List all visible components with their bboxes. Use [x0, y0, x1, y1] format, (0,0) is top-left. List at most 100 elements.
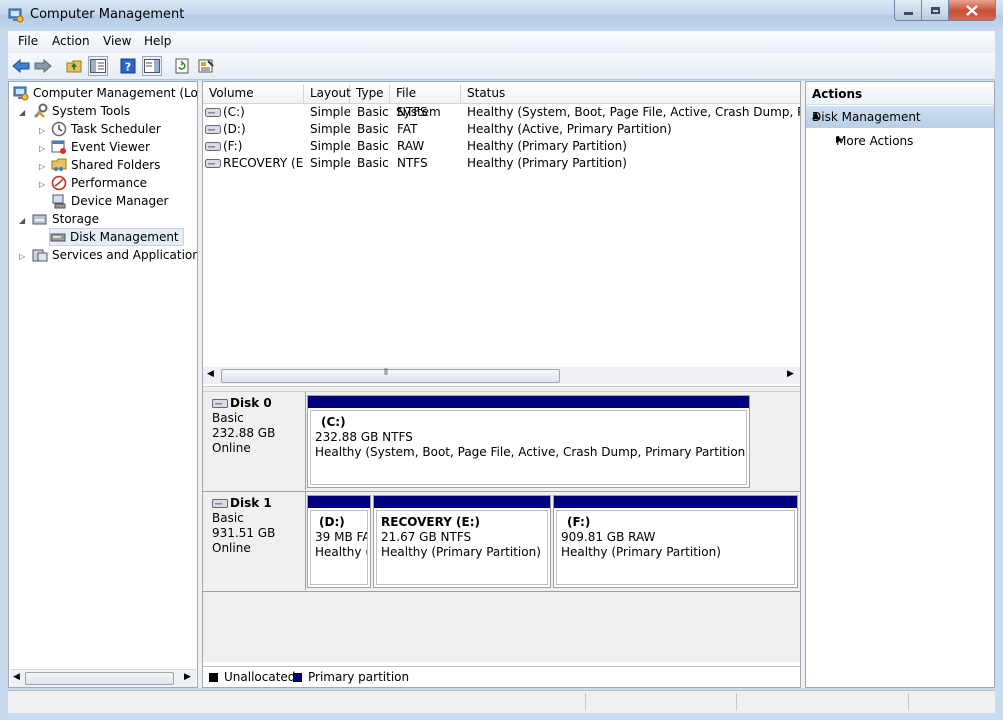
volume-file-system: NTFS: [397, 156, 428, 170]
menu-action[interactable]: Action: [52, 34, 90, 48]
disk-0-info[interactable]: Disk 0 Basic 232.88 GB Online: [203, 392, 306, 490]
show-hide-action-pane-icon: [144, 59, 160, 73]
menu-help[interactable]: Help: [144, 34, 171, 48]
disk-icon: [212, 398, 228, 408]
tree-item-disk-management[interactable]: Disk Management: [49, 228, 184, 246]
partition-legend: Unallocated Primary partition: [203, 666, 800, 687]
disk-name: Disk 1: [230, 496, 272, 510]
help-button[interactable]: ?: [118, 56, 138, 76]
primary-partition-swatch: [293, 673, 302, 682]
volume-status: Healthy (Primary Partition): [467, 156, 627, 170]
table-row[interactable]: RECOVERY (E:) Simple Basic NTFS Healthy …: [203, 155, 800, 172]
scroll-right-icon[interactable]: ▶: [184, 672, 191, 682]
back-button[interactable]: [11, 56, 31, 76]
tree-label: Event Viewer: [71, 140, 150, 154]
minimize-button[interactable]: [894, 0, 922, 21]
window-title: Computer Management: [30, 7, 185, 22]
volume-layout: Simple: [310, 122, 350, 136]
tree-item-services-and-applications[interactable]: Services and Applications: [32, 246, 197, 264]
disk-state: Online: [212, 441, 251, 455]
volume-list-horizontal-scrollbar[interactable]: ◀ ⦀ ▶: [203, 367, 800, 384]
disk-name: Disk 0: [230, 396, 272, 410]
volume-status: Healthy (System, Boot, Page File, Active…: [467, 105, 800, 119]
table-row[interactable]: (F:) Simple Basic RAW Healthy (Primary P…: [203, 138, 800, 155]
tree-label: Performance: [71, 176, 148, 190]
tree-item-shared-folders[interactable]: Shared Folders: [51, 156, 160, 174]
collapse-up-icon: ▲: [812, 110, 820, 121]
refresh-icon: [175, 58, 189, 74]
tree-horizontal-scrollbar[interactable]: ◀ ▶: [10, 669, 196, 687]
disk-icon: [212, 498, 228, 508]
forward-button[interactable]: [33, 56, 53, 76]
partition-c[interactable]: (C:) 232.88 GB NTFS Healthy (System, Boo…: [307, 395, 750, 488]
title-bar[interactable]: Computer Management: [0, 0, 1003, 30]
collapse-arrow-icon[interactable]: ◢: [19, 108, 25, 117]
tree-item-task-scheduler[interactable]: Task Scheduler: [51, 120, 161, 138]
collapse-arrow-icon[interactable]: ◢: [19, 216, 25, 225]
drive-icon: [205, 125, 221, 134]
scroll-right-icon[interactable]: ▶: [787, 369, 794, 379]
column-type[interactable]: Type: [350, 84, 390, 103]
maximize-icon: [930, 6, 940, 14]
expand-arrow-icon[interactable]: ▷: [39, 126, 45, 135]
expand-arrow-icon[interactable]: ▷: [39, 144, 45, 153]
primary-partition-bar: [308, 396, 749, 408]
legend-unallocated: Unallocated: [224, 670, 296, 684]
tree-item-computer-management[interactable]: Computer Management (Local: [13, 84, 197, 102]
scroll-thumb[interactable]: ⦀: [221, 368, 560, 383]
submenu-arrow-icon: ▶: [836, 135, 843, 145]
expand-arrow-icon[interactable]: ▷: [39, 180, 45, 189]
disk-management-pane: Volume Layout Type File System Status (C…: [202, 81, 801, 688]
properties-icon: [198, 59, 214, 73]
expand-arrow-icon[interactable]: ▷: [19, 252, 25, 261]
table-row[interactable]: (D:) Simple Basic FAT Healthy (Active, P…: [203, 121, 800, 138]
tree-item-storage[interactable]: Storage: [32, 210, 99, 228]
actions-section-disk-management[interactable]: Disk Management ▲: [806, 106, 994, 128]
volume-type: Basic: [357, 156, 389, 170]
menu-view[interactable]: View: [103, 34, 131, 48]
menu-file[interactable]: File: [18, 34, 38, 48]
tree-item-device-manager[interactable]: Device Manager: [51, 192, 168, 210]
properties-button[interactable]: [196, 56, 216, 76]
more-actions-item[interactable]: More Actions ▶: [806, 130, 994, 152]
partition-label: RECOVERY (E:): [381, 515, 481, 529]
disk-1-info[interactable]: Disk 1 Basic 931.51 GB Online: [203, 492, 306, 590]
storage-icon: [32, 214, 47, 225]
tree-item-event-viewer[interactable]: Event Viewer: [51, 138, 150, 156]
svg-text:?: ?: [125, 61, 131, 74]
tree-item-system-tools[interactable]: System Tools: [32, 102, 130, 120]
scroll-left-icon[interactable]: ◀: [207, 369, 214, 379]
column-layout[interactable]: Layout: [304, 84, 351, 103]
partition-d[interactable]: (D:) 39 MB FA Healthy (A: [307, 495, 371, 588]
tree-item-performance[interactable]: Performance: [51, 174, 147, 192]
unallocated-swatch: [209, 673, 218, 682]
table-row[interactable]: (C:) Simple Basic NTFS Healthy (System, …: [203, 104, 800, 121]
partition-label: (F:): [567, 515, 591, 529]
maximize-button[interactable]: [921, 0, 949, 21]
close-button[interactable]: [948, 0, 996, 21]
partition-f[interactable]: (F:) 909.81 GB RAW Healthy (Primary Part…: [553, 495, 798, 588]
minimize-icon: [903, 11, 913, 15]
expand-arrow-icon[interactable]: ▷: [39, 162, 45, 171]
drive-icon: [205, 108, 221, 117]
scroll-thumb[interactable]: [25, 672, 174, 685]
status-divider: [908, 693, 909, 711]
up-folder-button[interactable]: [64, 56, 84, 76]
volume-status: Healthy (Primary Partition): [467, 139, 627, 153]
actions-pane: Actions Disk Management ▲ More Actions ▶: [805, 81, 995, 688]
column-status[interactable]: Status: [461, 84, 800, 103]
tools-icon: [33, 103, 48, 119]
show-hide-action-pane-button[interactable]: [142, 56, 162, 76]
back-icon: [12, 59, 30, 73]
refresh-button[interactable]: [172, 56, 192, 76]
scroll-left-icon[interactable]: ◀: [13, 672, 20, 682]
partition-recovery-e[interactable]: RECOVERY (E:) 21.67 GB NTFS Healthy (Pri…: [373, 495, 551, 588]
partition-label: (D:): [319, 515, 345, 529]
column-file-system[interactable]: File System: [390, 84, 461, 119]
show-hide-tree-button[interactable]: [88, 56, 108, 76]
tree-label: Task Scheduler: [71, 122, 161, 136]
volume-file-system: RAW: [397, 139, 425, 153]
column-volume[interactable]: Volume: [203, 84, 304, 103]
disk-type: Basic: [212, 411, 244, 425]
primary-partition-bar: [374, 496, 550, 508]
